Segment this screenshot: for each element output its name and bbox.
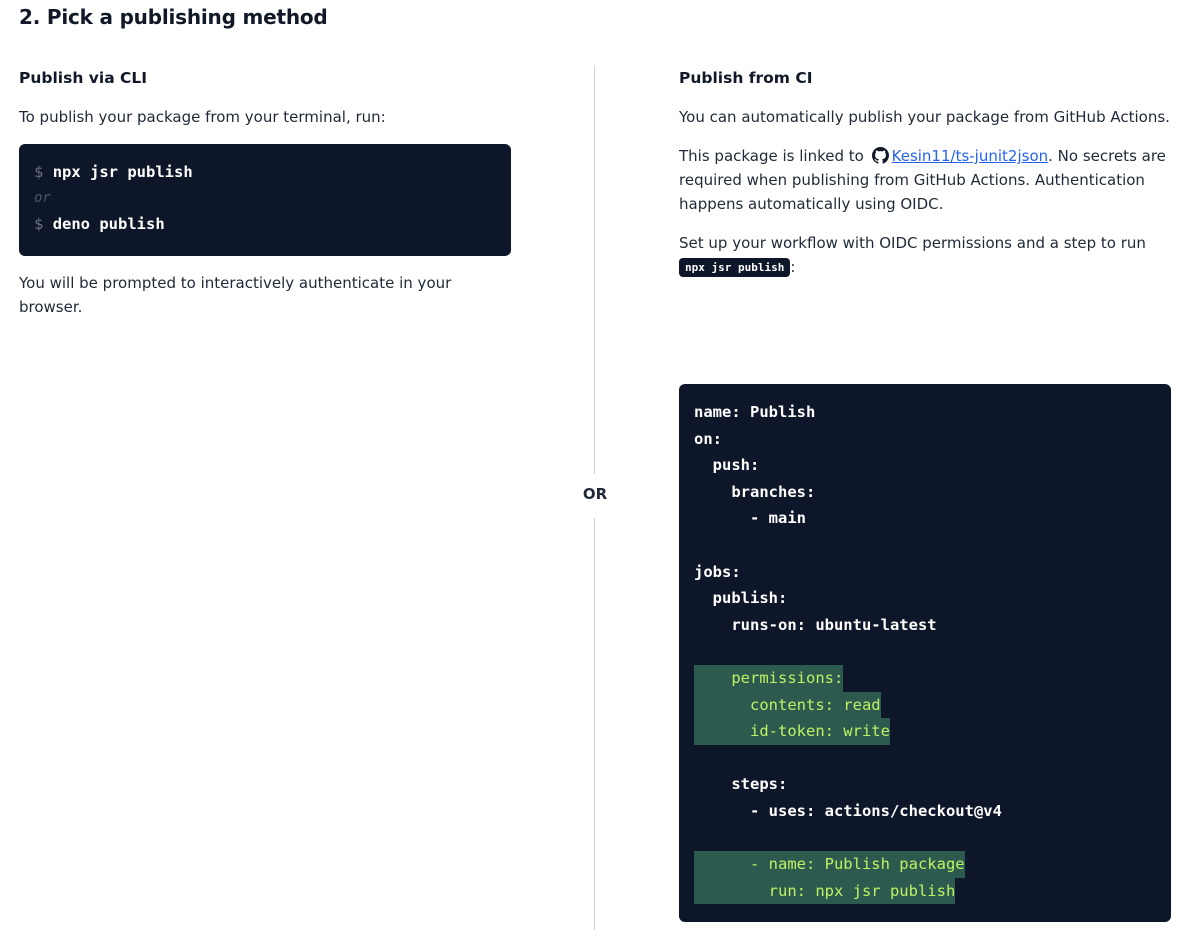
ci-linked-paragraph: This package is linked to Kesin11/ts-jun… bbox=[679, 144, 1171, 216]
yaml-line: jobs: bbox=[694, 562, 741, 581]
page-title: 2. Pick a publishing method bbox=[19, 5, 328, 29]
highlighted-yaml-text: contents: read bbox=[694, 691, 881, 719]
highlighted-yaml-text: id-token: write bbox=[694, 718, 890, 745]
publish-via-cli-section: Publish via CLI To publish your package … bbox=[19, 66, 511, 319]
yaml-line: name: Publish bbox=[694, 403, 816, 421]
highlighted-yaml-text: permissions: bbox=[694, 664, 844, 692]
cli-command-line: $ npx jsr publish bbox=[34, 159, 496, 185]
yaml-line: - uses: actions/checkout@v4 bbox=[694, 801, 1002, 820]
yaml-line: runs-on: ubuntu-latest bbox=[694, 615, 937, 634]
prompt-symbol: $ bbox=[34, 163, 44, 181]
yaml-line: - main bbox=[694, 509, 806, 528]
github-icon bbox=[871, 147, 889, 164]
or-divider-label: OR bbox=[582, 485, 608, 503]
cli-command: deno publish bbox=[52, 215, 165, 233]
yaml-line: run: npx jsr publish bbox=[694, 877, 1156, 905]
yaml-line: push: bbox=[694, 456, 760, 475]
publish-from-ci-section: Publish from CI You can automatically pu… bbox=[679, 66, 1171, 279]
cli-command-line: $ deno publish bbox=[34, 211, 496, 237]
linked-prefix: This package is linked to bbox=[679, 147, 864, 165]
yaml-line bbox=[694, 532, 1156, 559]
yaml-line: id-token: write bbox=[694, 718, 1156, 745]
yaml-line bbox=[694, 825, 1156, 852]
workflow-prefix: Set up your workflow with OIDC permissio… bbox=[679, 234, 1146, 252]
ci-intro: You can automatically publish your packa… bbox=[679, 108, 1170, 126]
cli-intro: To publish your package from your termin… bbox=[19, 108, 386, 126]
yaml-line bbox=[694, 745, 1156, 772]
yaml-line: permissions: bbox=[694, 664, 1156, 692]
yaml-line: branches: bbox=[694, 482, 816, 501]
yaml-line: publish: bbox=[694, 589, 788, 608]
workflow-yaml-code-block[interactable]: name: Publish on: push: branches: - main j… bbox=[679, 384, 1171, 922]
yaml-line: - name: Publish package bbox=[694, 851, 1156, 878]
ci-workflow-paragraph: Set up your workflow with OIDC permissio… bbox=[679, 231, 1171, 279]
yaml-line: contents: read bbox=[694, 691, 1156, 719]
yaml-lines: name: Publish on: push: branches: - main j… bbox=[694, 399, 1156, 905]
yaml-line: steps: bbox=[694, 775, 788, 794]
yaml-line bbox=[694, 638, 1156, 665]
vertical-divider-bottom bbox=[594, 518, 595, 930]
highlighted-yaml-text: - name: Publish package bbox=[694, 851, 965, 878]
prompt-symbol: $ bbox=[34, 215, 44, 233]
inline-command: npx jsr publish bbox=[679, 258, 791, 277]
cli-heading: Publish via CLI bbox=[19, 69, 148, 87]
cli-command: npx jsr publish bbox=[52, 163, 193, 181]
ci-heading: Publish from CI bbox=[679, 69, 813, 87]
repo-link[interactable]: Kesin11/ts-junit2json bbox=[892, 147, 1049, 165]
highlighted-yaml-text: run: npx jsr publish bbox=[694, 877, 956, 905]
cli-note: You will be prompted to interactively au… bbox=[19, 274, 452, 316]
cli-or-comment: or bbox=[34, 190, 51, 206]
yaml-line: on: bbox=[694, 429, 722, 448]
workflow-suffix: : bbox=[790, 258, 796, 276]
vertical-divider-top bbox=[594, 66, 595, 474]
cli-code-block[interactable]: $ npx jsr publish or $ deno publish bbox=[19, 144, 511, 256]
